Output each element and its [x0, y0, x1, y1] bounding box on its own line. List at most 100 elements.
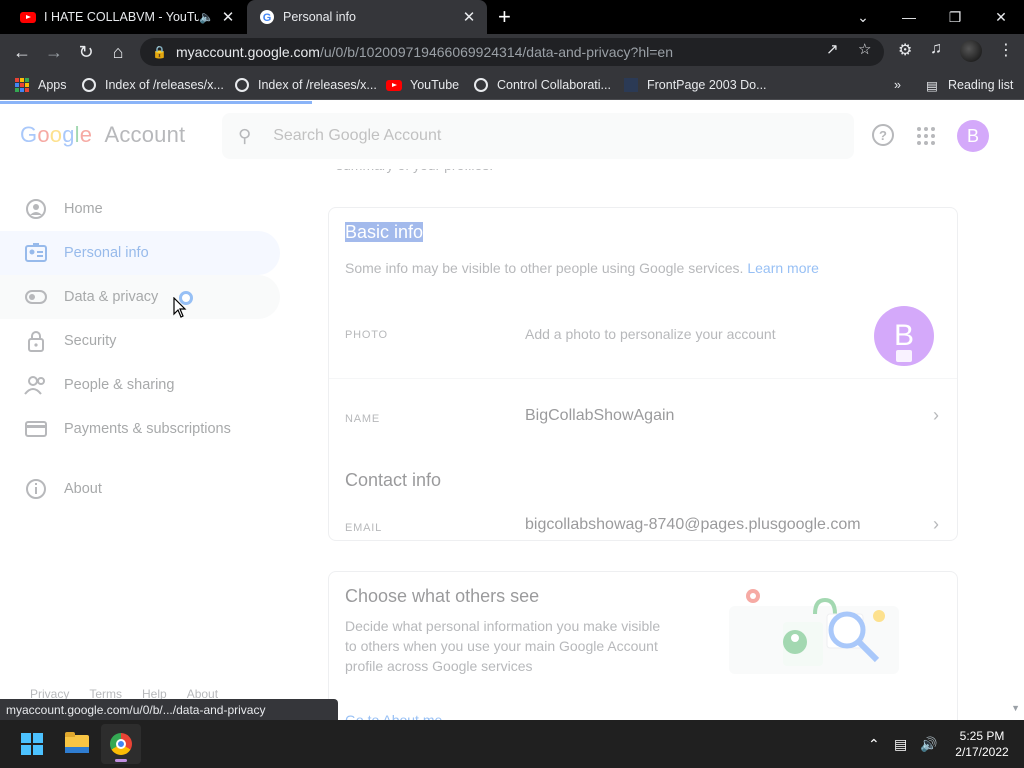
account-sidebar: Home Personal info Data & privacy Securi…	[0, 187, 300, 511]
account-text: Account	[104, 122, 186, 147]
speaker-icon[interactable]: 🔈	[199, 10, 214, 24]
basic-info-card: Basic info Some info may be visible to o…	[328, 207, 958, 541]
card-icon	[24, 417, 48, 441]
sidebar-item-people-sharing[interactable]: People & sharing	[0, 363, 280, 407]
tab-title: I HATE COLLABVM - YouTube	[44, 10, 200, 24]
google-logo-text: Google	[20, 122, 93, 147]
sidebar-item-label: Data & privacy	[64, 289, 159, 305]
photo-hint: Add a photo to personalize your account	[525, 326, 776, 342]
network-icon[interactable]: ▤	[894, 736, 907, 753]
sidebar-item-security[interactable]: Security	[0, 319, 280, 363]
sidebar-item-label: About	[64, 481, 102, 497]
lock-icon	[24, 329, 48, 353]
volume-icon[interactable]: 🔊	[920, 736, 937, 753]
sidebar-item-home[interactable]: Home	[0, 187, 280, 231]
tab-strip: I HATE COLLABVM - YouTube 🔈 ✕ G Personal…	[0, 0, 1024, 34]
bookmark-apps[interactable]: Apps	[14, 76, 67, 94]
back-button[interactable]: ←	[10, 40, 34, 64]
go-to-about-me-link[interactable]: Go to About me	[345, 712, 442, 720]
windows-taskbar: ⌃ ▤ 🔊 5:25 PM 2/17/2022	[0, 720, 1024, 768]
basic-info-subtitle: Some info may be visible to other people…	[345, 260, 819, 276]
sidebar-divider	[0, 451, 300, 467]
sidebar-item-label: Payments & subscriptions	[64, 421, 231, 437]
address-bar[interactable]: 🔒 myaccount.google.com/u/0/b/10200971946…	[140, 38, 884, 66]
restore-button[interactable]: ❐	[932, 0, 978, 34]
page-viewport: summary of your profiles. Basic info Som…	[0, 101, 1024, 720]
sidebar-item-data-privacy[interactable]: Data & privacy	[0, 275, 280, 319]
chevron-right-icon: ›	[933, 405, 939, 425]
bookmark-youtube[interactable]: YouTube	[386, 76, 459, 94]
tab-youtube[interactable]: I HATE COLLABVM - YouTube 🔈 ✕	[0, 0, 246, 34]
minimize-button[interactable]: —	[886, 0, 932, 34]
sidebar-item-label: Home	[64, 201, 103, 217]
share-icon[interactable]: ↗	[826, 40, 839, 58]
google-apps-icon[interactable]	[917, 127, 935, 145]
email-label: EMAIL	[345, 522, 383, 534]
mouse-cursor-icon	[173, 296, 187, 324]
toggle-icon	[24, 285, 48, 309]
menu-kebab-icon[interactable]: ⋮	[998, 40, 1014, 60]
scroll-down-arrow[interactable]: ▼	[1011, 703, 1020, 713]
svg-text:G: G	[263, 12, 272, 24]
learn-more-link[interactable]: Learn more	[747, 260, 819, 276]
globe-icon	[81, 77, 97, 93]
bookmark-control-collaboration[interactable]: Control Collaborati...	[473, 76, 611, 94]
account-avatar[interactable]: B	[957, 120, 989, 152]
window-close-button[interactable]: ✕	[978, 0, 1024, 34]
people-icon	[24, 373, 48, 397]
google-account-logo[interactable]: Google Account	[20, 122, 185, 148]
basic-info-title: Basic info	[345, 222, 424, 242]
forward-button[interactable]: →	[42, 40, 66, 64]
file-explorer-button[interactable]	[57, 724, 97, 764]
photo-row[interactable]: PHOTO Add a photo to personalize your ac…	[329, 292, 957, 378]
bookmark-star-icon[interactable]: ☆	[858, 40, 871, 58]
account-search-input[interactable]	[273, 127, 774, 145]
reload-button[interactable]: ↻	[74, 40, 98, 64]
others-see-description: Decide what personal information you mak…	[345, 618, 661, 674]
bookmark-index-releases-1[interactable]: Index of /releases/x...	[81, 76, 224, 94]
bookmark-label: Control Collaborati...	[497, 78, 611, 92]
chrome-icon	[110, 733, 132, 755]
active-indicator	[115, 759, 127, 762]
tab-search-icon[interactable]: ⌄	[840, 0, 886, 34]
profile-avatar[interactable]	[960, 40, 982, 62]
sidebar-item-label: Security	[64, 333, 117, 349]
tab-close-icon[interactable]: ✕	[220, 8, 236, 26]
account-search-box[interactable]: ⚲	[222, 113, 854, 159]
new-tab-button[interactable]: +	[498, 6, 511, 28]
photo-label: PHOTO	[345, 329, 388, 341]
search-icon[interactable]: ⚲	[238, 126, 251, 147]
tab-personal-info[interactable]: G Personal info ✕	[247, 0, 487, 34]
system-clock[interactable]: 5:25 PM 2/17/2022	[944, 728, 1020, 760]
home-button[interactable]: ⌂	[106, 40, 130, 64]
extensions-icon[interactable]: ⚙	[898, 40, 912, 60]
others-see-card: Choose what others see Decide what perso…	[328, 571, 958, 720]
media-control-icon[interactable]: ♫	[930, 40, 942, 58]
start-button[interactable]	[12, 724, 52, 764]
bookmark-index-releases-2[interactable]: Index of /releases/x...	[234, 76, 377, 94]
name-row[interactable]: NAME BigCollabShowAgain ›	[329, 378, 957, 454]
chevron-right-icon: ›	[933, 514, 939, 534]
chevron-up-icon[interactable]: ⌃	[868, 736, 880, 753]
reading-list-button[interactable]: ▤ Reading list	[924, 76, 1013, 94]
bookmark-label: FrontPage 2003 Do...	[647, 78, 767, 92]
google-icon: G	[259, 9, 275, 25]
help-icon[interactable]: ?	[872, 124, 894, 146]
profile-photo[interactable]: B	[874, 306, 934, 366]
globe-icon	[234, 77, 250, 93]
chrome-taskbar-button[interactable]	[101, 724, 141, 764]
sidebar-item-about[interactable]: About	[0, 467, 280, 511]
email-value: bigcollabshowag-8740@pages.plusgoogle.co…	[525, 516, 861, 533]
sidebar-item-personal-info[interactable]: Personal info	[0, 231, 280, 275]
email-row[interactable]: EMAIL bigcollabshowag-8740@pages.plusgoo…	[329, 496, 957, 542]
clock-date: 2/17/2022	[955, 745, 1009, 759]
bookmarks-overflow-button[interactable]: »	[894, 76, 901, 94]
clock-time: 5:25 PM	[959, 729, 1005, 743]
sidebar-item-label: People & sharing	[64, 377, 175, 393]
lock-icon[interactable]: 🔒	[152, 45, 167, 59]
bookmark-frontpage[interactable]: FrontPage 2003 Do...	[623, 76, 767, 94]
bookmark-label: Apps	[38, 78, 67, 92]
name-value: BigCollabShowAgain	[525, 407, 675, 424]
sidebar-item-payments[interactable]: Payments & subscriptions	[0, 407, 280, 451]
tab-close-icon[interactable]: ✕	[461, 8, 477, 26]
